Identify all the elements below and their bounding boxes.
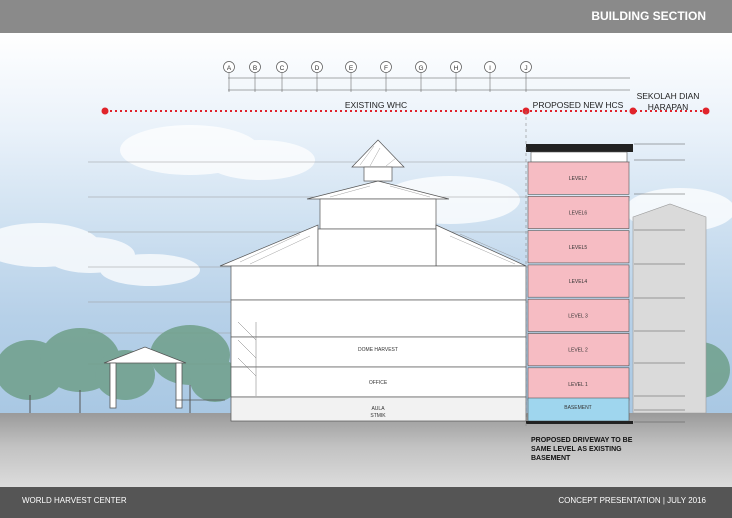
zone-label-proposed: PROPOSED NEW HCS bbox=[533, 100, 624, 110]
level-label: LEVEL 2 bbox=[568, 348, 588, 354]
footer-project-name: WORLD HARVEST CENTER bbox=[22, 496, 127, 505]
grid-label: B bbox=[253, 65, 257, 72]
proposed-hcs-building: LEVEL7 LEVEL6 LEVEL5 LEVEL4 LEVEL 3 LEVEL 2 LE… bbox=[526, 144, 633, 424]
grid-label: D bbox=[315, 65, 320, 72]
level-label: LEVEL5 bbox=[569, 245, 588, 251]
grid-label: C bbox=[280, 65, 285, 72]
level-label: LEVEL 1 bbox=[568, 382, 588, 388]
grid-label: A bbox=[227, 65, 232, 72]
grid-label: F bbox=[384, 65, 388, 72]
zone-label-school-2: HARAPAN bbox=[648, 102, 688, 112]
grid-label: E bbox=[349, 65, 354, 72]
zone-label-school-1: SEKOLAH DIAN bbox=[637, 91, 700, 101]
room-aula-2: STMIK bbox=[370, 413, 386, 419]
zone-label-existing: EXISTING WHC bbox=[345, 100, 407, 110]
level-label: LEVEL6 bbox=[569, 210, 588, 216]
grid-label: J bbox=[524, 65, 527, 72]
level-label: LEVEL 3 bbox=[568, 313, 588, 319]
grid-label: I bbox=[489, 65, 491, 72]
level-label: LEVEL7 bbox=[569, 176, 588, 182]
grid-label: H bbox=[454, 65, 459, 72]
room-aula-1: AULA bbox=[371, 406, 385, 412]
room-office: OFFICE bbox=[369, 380, 388, 386]
level-label: LEVEL4 bbox=[569, 279, 588, 285]
room-dome-harvest: DOME HARVEST bbox=[358, 347, 398, 353]
school-building bbox=[632, 203, 707, 414]
driveway-note: PROPOSED DRIVEWAY TO BE SAME LEVEL AS EX… bbox=[531, 437, 633, 462]
footer-bar: WORLD HARVEST CENTER CONCEPT PRESENTATIO… bbox=[0, 487, 732, 518]
footer-presentation-date: CONCEPT PRESENTATION | JULY 2016 bbox=[558, 496, 706, 505]
basement-label: BASEMENT bbox=[564, 405, 592, 411]
grid-label: G bbox=[418, 65, 423, 72]
